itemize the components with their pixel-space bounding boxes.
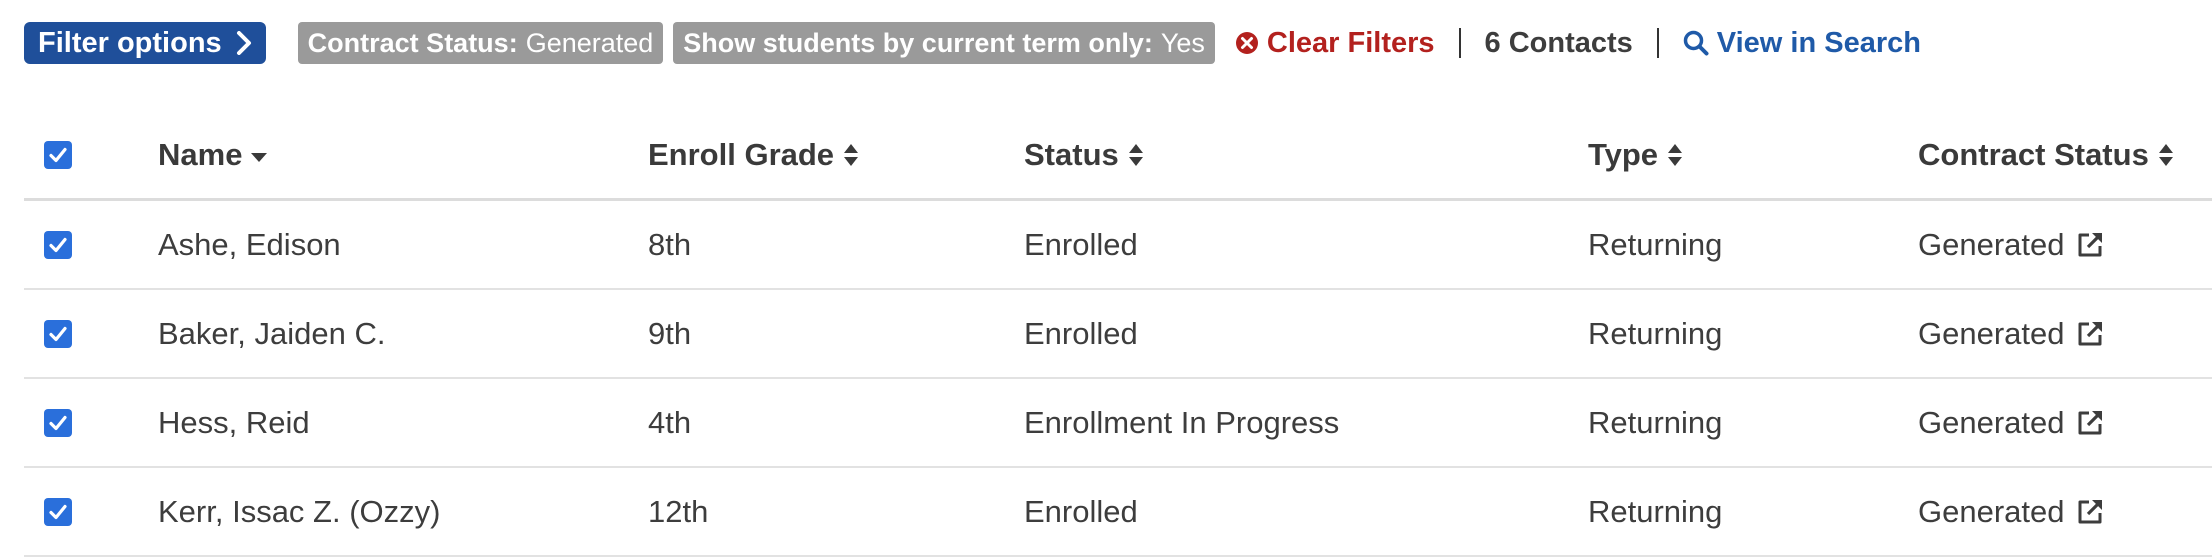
table-row[interactable]: Kerr, Issac Z. (Ozzy) 12th Enrolled Retu… bbox=[24, 468, 2212, 557]
close-circle-icon bbox=[1235, 32, 1258, 54]
search-icon bbox=[1683, 30, 1709, 56]
column-header-label: Status bbox=[1024, 136, 1119, 172]
contacts-count: 6 Contacts bbox=[1484, 26, 1633, 59]
checkmark-icon bbox=[49, 147, 67, 162]
column-header-label: Contract Status bbox=[1918, 136, 2149, 172]
table-row[interactable]: Baker, Jaiden C. 9th Enrolled Returning … bbox=[24, 290, 2212, 379]
cell-contract-status: Generated bbox=[1918, 201, 2105, 288]
filter-options-button[interactable]: Filter options bbox=[24, 22, 266, 64]
external-link-icon[interactable] bbox=[2075, 497, 2105, 527]
chip-key: Show students by current term only: bbox=[683, 27, 1153, 58]
cell-type: Returning bbox=[1588, 226, 1723, 262]
clear-filters-link[interactable]: Clear Filters bbox=[1235, 27, 1435, 60]
cell-type: Returning bbox=[1588, 315, 1723, 351]
cell-enroll-grade: 8th bbox=[648, 226, 692, 262]
clear-filters-label: Clear Filters bbox=[1266, 26, 1435, 59]
column-header-name[interactable]: Name bbox=[158, 111, 268, 198]
cell-contract-status: Generated bbox=[1918, 290, 2105, 377]
external-link-icon[interactable] bbox=[2075, 408, 2105, 438]
row-checkbox[interactable] bbox=[44, 497, 72, 526]
cell-contract-status: Generated bbox=[1918, 468, 2105, 555]
contract-status-text: Generated bbox=[1918, 226, 2065, 262]
filter-options-label: Filter options bbox=[38, 26, 222, 59]
filter-toolbar: Filter options Contract Status: Generate… bbox=[24, 20, 1921, 66]
column-header-label: Name bbox=[158, 136, 243, 172]
select-all-checkbox[interactable] bbox=[44, 140, 72, 169]
sort-icon bbox=[842, 141, 860, 169]
chip-key: Contract Status: bbox=[307, 27, 518, 58]
column-header-type[interactable]: Type bbox=[1588, 111, 1684, 198]
chevron-right-icon bbox=[236, 31, 251, 55]
sort-icon bbox=[2157, 141, 2175, 169]
view-in-search-label: View in Search bbox=[1716, 26, 1921, 59]
cell-enroll-grade: 4th bbox=[648, 404, 692, 440]
column-header-label: Type bbox=[1588, 136, 1659, 172]
header-select-cell bbox=[44, 111, 72, 198]
row-select-cell bbox=[44, 201, 72, 288]
checkmark-icon bbox=[49, 415, 67, 430]
contract-status-text: Generated bbox=[1918, 404, 2065, 440]
sort-icon bbox=[1127, 141, 1145, 169]
column-header-contract-status[interactable]: Contract Status bbox=[1918, 111, 2175, 198]
contract-status-text: Generated bbox=[1918, 315, 2065, 351]
chip-value: Yes bbox=[1160, 27, 1205, 58]
cell-status: Enrolled bbox=[1024, 315, 1138, 351]
cell-status: Enrollment In Progress bbox=[1024, 404, 1340, 440]
sort-icon bbox=[1666, 141, 1684, 169]
column-header-label: Enroll Grade bbox=[648, 136, 835, 172]
cell-type: Returning bbox=[1588, 493, 1723, 529]
filter-chip-contract-status[interactable]: Contract Status: Generated bbox=[297, 22, 664, 64]
filter-chip-current-term[interactable]: Show students by current term only: Yes bbox=[673, 22, 1215, 64]
table-header: Name Enroll Grade Status Type Contract S… bbox=[24, 111, 2212, 201]
contacts-table: Name Enroll Grade Status Type Contract S… bbox=[24, 111, 2212, 557]
column-header-status[interactable]: Status bbox=[1024, 111, 1145, 198]
cell-name[interactable]: Kerr, Issac Z. (Ozzy) bbox=[158, 468, 440, 555]
divider bbox=[1656, 28, 1659, 58]
view-in-search-link[interactable]: View in Search bbox=[1683, 27, 1921, 60]
cell-status: Enrolled bbox=[1024, 226, 1138, 262]
cell-type: Returning bbox=[1588, 404, 1723, 440]
sort-descending-icon bbox=[250, 146, 268, 164]
cell-contract-status: Generated bbox=[1918, 379, 2105, 466]
cell-enroll-grade: 9th bbox=[648, 315, 692, 351]
row-checkbox[interactable] bbox=[44, 319, 72, 348]
row-checkbox[interactable] bbox=[44, 408, 72, 437]
table-row[interactable]: Hess, Reid 4th Enrollment In Progress Re… bbox=[24, 379, 2212, 468]
contract-status-text: Generated bbox=[1918, 493, 2065, 529]
external-link-icon[interactable] bbox=[2075, 230, 2105, 260]
cell-name[interactable]: Baker, Jaiden C. bbox=[158, 290, 385, 377]
row-select-cell bbox=[44, 379, 72, 466]
checkmark-icon bbox=[49, 326, 67, 341]
cell-enroll-grade: 12th bbox=[648, 493, 709, 529]
external-link-icon[interactable] bbox=[2075, 319, 2105, 349]
table-row[interactable]: Ashe, Edison 8th Enrolled Returning Gene… bbox=[24, 201, 2212, 290]
cell-name[interactable]: Ashe, Edison bbox=[158, 201, 341, 288]
row-select-cell bbox=[44, 290, 72, 377]
cell-name[interactable]: Hess, Reid bbox=[158, 379, 310, 466]
checkmark-icon bbox=[49, 237, 67, 252]
cell-status: Enrolled bbox=[1024, 493, 1138, 529]
checkmark-icon bbox=[49, 504, 67, 519]
row-select-cell bbox=[44, 468, 72, 555]
chip-value: Generated bbox=[525, 27, 654, 58]
divider bbox=[1458, 28, 1461, 58]
row-checkbox[interactable] bbox=[44, 230, 72, 259]
column-header-enroll-grade[interactable]: Enroll Grade bbox=[648, 111, 860, 198]
